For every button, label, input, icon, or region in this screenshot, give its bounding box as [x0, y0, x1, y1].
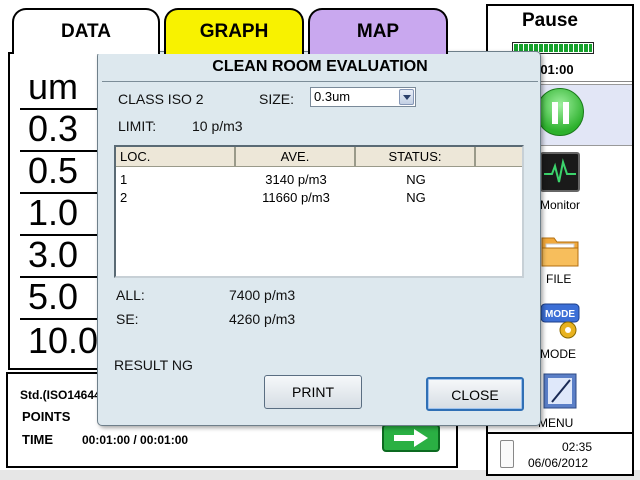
table-row-ave: 11660 p/m3 [262, 190, 330, 205]
monitor-label: Monitor [540, 198, 581, 212]
results-table[interactable]: LOC. AVE. STATUS: 1 3140 p/m3 NG 2 11660… [114, 145, 524, 278]
class-label: CLASS ISO 2 [118, 91, 204, 107]
folder-icon[interactable] [540, 230, 580, 270]
tab-graph[interactable]: GRAPH [164, 8, 304, 54]
limit-value: 10 p/m3 [192, 118, 243, 134]
standard-label: Std.(ISO14644 [20, 388, 101, 402]
table-row-ave: 3140 p/m3 [265, 172, 327, 187]
screen: MAP GRAPH DATA um 0.3 0.5 1.0 3.0 5.0 10… [0, 0, 640, 480]
print-button[interactable]: PRINT [264, 375, 362, 409]
menu-label: MENU [538, 416, 574, 430]
menu-icon[interactable] [540, 372, 580, 412]
size-select-value: 0.3um [314, 89, 351, 104]
size-unit-header: um [28, 66, 79, 107]
dialog-title: CLEAN ROOM EVALUATION [212, 58, 428, 75]
heartbeat-icon [544, 158, 576, 183]
status-label: Pause [522, 10, 578, 31]
pause-icon[interactable] [536, 88, 584, 136]
column-header-empty [476, 147, 522, 167]
mode-icon[interactable]: MODE [540, 302, 580, 342]
mode-label: MODE [540, 347, 576, 361]
all-value: 7400 p/m3 [229, 287, 296, 303]
clean-room-evaluation-dialog: CLEAN ROOM EVALUATION CLASS ISO 2 SIZE: … [97, 51, 541, 426]
table-row-loc: 1 [120, 172, 128, 187]
close-button[interactable]: CLOSE [426, 377, 524, 411]
svg-text:MODE: MODE [545, 309, 575, 320]
battery-icon [500, 440, 514, 468]
column-header-status: STATUS: [356, 147, 476, 167]
notepad-icon [543, 373, 577, 409]
size-select[interactable]: 0.3um [310, 87, 416, 107]
size-row-5-0: 5.0 [28, 276, 79, 317]
size-row-10-0: 10.0 [28, 320, 99, 361]
time-label: TIME [22, 432, 54, 447]
table-row-status: NG [406, 172, 426, 187]
title-divider [102, 81, 538, 82]
size-row-1-0: 1.0 [28, 192, 79, 233]
monitor-icon[interactable] [540, 152, 580, 192]
file-folder-icon [541, 237, 579, 267]
se-value: 4260 p/m3 [229, 311, 296, 327]
points-label: POINTS [22, 409, 71, 424]
column-header-ave: AVE. [236, 147, 356, 167]
size-label: SIZE: [259, 91, 295, 107]
all-label: ALL: [116, 287, 145, 303]
chevron-down-icon[interactable] [399, 89, 414, 105]
column-header-loc: LOC. [116, 147, 236, 167]
table-row-loc: 2 [120, 190, 128, 205]
time-value: 00:01:00 / 00:01:00 [82, 433, 189, 447]
result-text: RESULT NG [114, 357, 193, 373]
arrow-right-icon [394, 429, 428, 447]
clock-time: 02:35 [562, 440, 593, 454]
clock-date: 06/06/2012 [528, 456, 589, 470]
limit-label: LIMIT: [118, 118, 157, 134]
next-button[interactable] [382, 424, 440, 452]
mode-gear-icon: MODE [540, 303, 580, 339]
size-row-3-0: 3.0 [28, 234, 79, 275]
file-label: FILE [546, 272, 572, 286]
size-row-0-5: 0.5 [28, 150, 79, 191]
table-row-status: NG [406, 190, 426, 205]
tab-map[interactable]: MAP [308, 8, 448, 54]
tab-data[interactable]: DATA [12, 8, 160, 54]
size-row-0-3: 0.3 [28, 108, 79, 149]
se-label: SE: [116, 311, 139, 327]
